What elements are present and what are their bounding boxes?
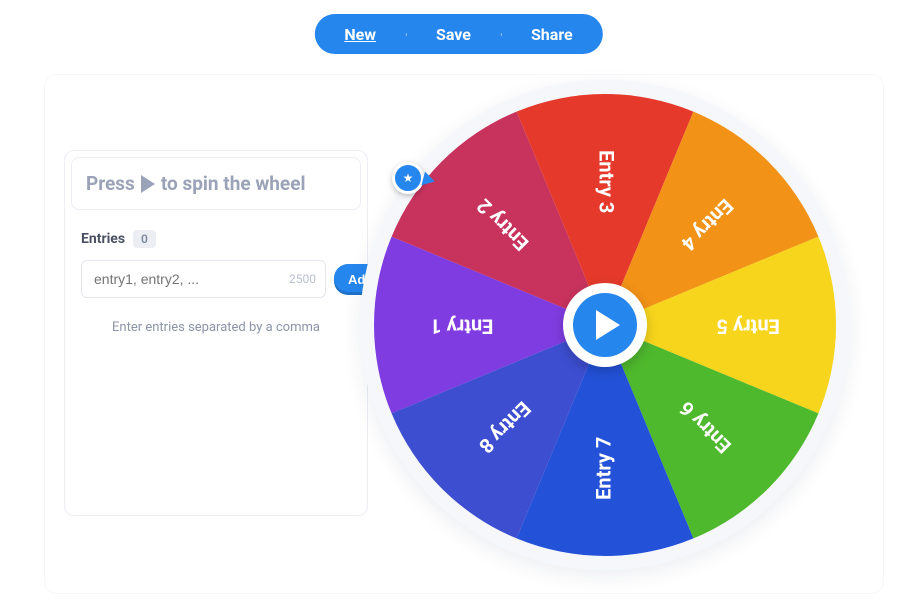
play-icon bbox=[596, 310, 620, 340]
spin-instruction-suffix: to spin the wheel bbox=[161, 172, 306, 195]
entries-panel: Press to spin the wheel Entries 0 2500 A… bbox=[64, 150, 368, 516]
spin-instruction: Press to spin the wheel bbox=[71, 157, 361, 210]
entries-label: Entries bbox=[81, 231, 125, 247]
star-icon: ★ bbox=[403, 171, 414, 185]
share-button[interactable]: Share bbox=[501, 25, 603, 44]
save-button[interactable]: Save bbox=[406, 25, 501, 44]
spin-button[interactable] bbox=[563, 283, 647, 367]
entries-hint: Enter entries separated by a comma bbox=[65, 302, 367, 515]
wheel-pointer: ★ bbox=[392, 162, 424, 194]
play-icon bbox=[141, 175, 155, 193]
entries-count-badge: 0 bbox=[133, 230, 156, 248]
wheel-segment-label: Entry 7 bbox=[591, 437, 615, 500]
char-limit: 2500 bbox=[289, 272, 316, 286]
new-button[interactable]: New bbox=[314, 25, 406, 44]
wheel-segment-label: Entry 5 bbox=[717, 315, 780, 339]
wheel: Entry 1Entry 2Entry 3Entry 4Entry 5Entry… bbox=[360, 80, 850, 570]
wheel-segment-label: Entry 1 bbox=[430, 315, 493, 339]
entries-header: Entries 0 bbox=[65, 216, 367, 252]
spin-instruction-prefix: Press bbox=[86, 172, 135, 195]
toolbar: New Save Share bbox=[314, 14, 602, 54]
wheel-segment-label: Entry 3 bbox=[595, 150, 619, 213]
